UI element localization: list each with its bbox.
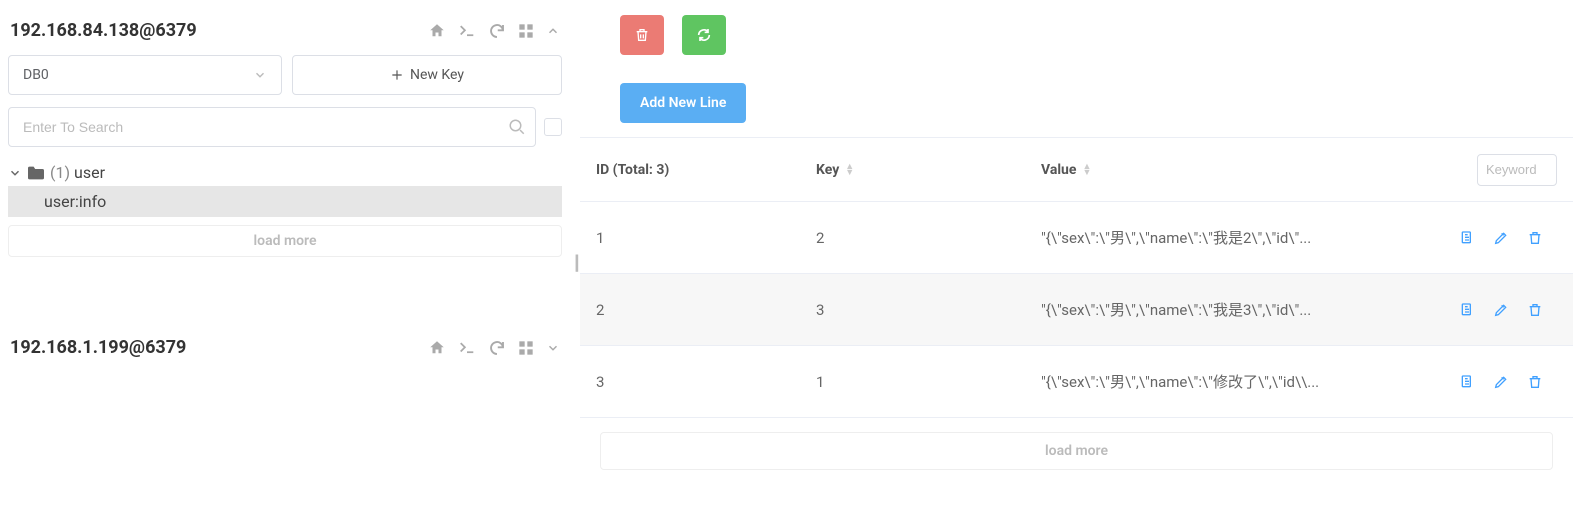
- cell-actions: [1428, 230, 1573, 246]
- th-key-label: Key: [816, 162, 839, 178]
- main-panel: Add New Line ID (Total: 3) Key ▲▼ Value …: [580, 0, 1573, 524]
- trash-icon: [634, 27, 650, 43]
- plus-icon: [390, 68, 404, 82]
- connection-header: 192.168.1.199@6379: [8, 327, 562, 372]
- keyword-input[interactable]: [1477, 154, 1557, 186]
- sort-icon: ▲▼: [1082, 164, 1091, 176]
- trash-icon[interactable]: [1527, 374, 1543, 390]
- collapse-icon[interactable]: [546, 24, 560, 38]
- db-row: DB0 New Key: [8, 55, 562, 95]
- table-header: ID (Total: 3) Key ▲▼ Value ▲▼: [580, 138, 1573, 202]
- add-new-line-button[interactable]: Add New Line: [620, 83, 746, 123]
- search-row: [8, 107, 562, 147]
- cell-key: 1: [800, 373, 1025, 391]
- table-row[interactable]: 23"{\"sex\":\"男\",\"name\":\"我是3\",\"id\…: [580, 274, 1573, 346]
- new-key-label: New Key: [410, 67, 464, 83]
- connection-title[interactable]: 192.168.84.138@6379: [10, 20, 197, 41]
- search-input-wrap: [8, 107, 536, 147]
- grid-icon[interactable]: [518, 340, 534, 356]
- top-buttons: [580, 15, 1573, 55]
- connection-title[interactable]: 192.168.1.199@6379: [10, 337, 186, 358]
- connection-block: 192.168.84.138@6379 DB0 New Key: [8, 10, 562, 257]
- connection-toolbar: [428, 339, 560, 357]
- trash-icon[interactable]: [1527, 230, 1543, 246]
- copy-icon[interactable]: [1459, 230, 1475, 246]
- load-more-button[interactable]: load more: [600, 432, 1553, 470]
- load-more-button[interactable]: load more: [8, 225, 562, 257]
- th-id[interactable]: ID (Total: 3): [580, 162, 800, 178]
- edit-icon[interactable]: [1493, 230, 1509, 246]
- refresh-icon[interactable]: [488, 22, 506, 40]
- folder-count: (1): [50, 163, 70, 182]
- table-row[interactable]: 31"{\"sex\":\"男\",\"name\":\"修改了\",\"id\…: [580, 346, 1573, 418]
- grid-icon[interactable]: [518, 23, 534, 39]
- refresh-icon[interactable]: [488, 339, 506, 357]
- expand-icon[interactable]: [546, 341, 560, 355]
- tree-key-item[interactable]: user:info: [8, 186, 562, 217]
- th-filter: [1463, 154, 1573, 186]
- sort-icon: ▲▼: [845, 164, 854, 176]
- cell-key: 3: [800, 301, 1025, 319]
- refresh-icon: [696, 27, 712, 43]
- copy-icon[interactable]: [1459, 302, 1475, 318]
- home-icon[interactable]: [428, 22, 446, 40]
- connection-toolbar: [428, 22, 560, 40]
- new-key-button[interactable]: New Key: [292, 55, 562, 95]
- connection-header: 192.168.84.138@6379: [8, 10, 562, 55]
- delete-button[interactable]: [620, 15, 664, 55]
- sidebar: 192.168.84.138@6379 DB0 New Key: [0, 0, 570, 524]
- cell-value: "{\"sex\":\"男\",\"name\":\"修改了\",\"id\\.…: [1025, 371, 1428, 392]
- key-tree: (1) user user:info load more: [8, 159, 562, 257]
- cell-id: 3: [580, 373, 800, 391]
- search-checkbox[interactable]: [544, 118, 562, 136]
- data-table: ID (Total: 3) Key ▲▼ Value ▲▼ 12"{\"sex\…: [580, 137, 1573, 470]
- th-value-label: Value: [1041, 162, 1076, 178]
- trash-icon[interactable]: [1527, 302, 1543, 318]
- folder-name: user: [74, 163, 105, 182]
- cell-value: "{\"sex\":\"男\",\"name\":\"我是3\",\"id\".…: [1025, 299, 1428, 320]
- home-icon[interactable]: [428, 339, 446, 357]
- cell-key: 2: [800, 229, 1025, 247]
- chevron-down-icon: [8, 166, 22, 180]
- chevron-down-icon: [253, 68, 267, 82]
- terminal-icon[interactable]: [458, 24, 476, 38]
- search-input[interactable]: [8, 107, 536, 147]
- table-body: 12"{\"sex\":\"男\",\"name\":\"我是2\",\"id\…: [580, 202, 1573, 418]
- edit-icon[interactable]: [1493, 374, 1509, 390]
- terminal-icon[interactable]: [458, 341, 476, 355]
- th-value[interactable]: Value ▲▼: [1025, 162, 1463, 178]
- db-select-label: DB0: [23, 67, 49, 83]
- cell-actions: [1428, 302, 1573, 318]
- cell-id: 1: [580, 229, 800, 247]
- connection-block: 192.168.1.199@6379: [8, 327, 562, 372]
- cell-value: "{\"sex\":\"男\",\"name\":\"我是2\",\"id\".…: [1025, 227, 1428, 248]
- copy-icon[interactable]: [1459, 374, 1475, 390]
- tree-folder[interactable]: (1) user: [8, 159, 562, 186]
- th-key[interactable]: Key ▲▼: [800, 162, 1025, 178]
- cell-actions: [1428, 374, 1573, 390]
- th-id-label: ID (Total: 3): [596, 162, 669, 178]
- db-select[interactable]: DB0: [8, 55, 282, 95]
- cell-id: 2: [580, 301, 800, 319]
- table-row[interactable]: 12"{\"sex\":\"男\",\"name\":\"我是2\",\"id\…: [580, 202, 1573, 274]
- pane-resizer[interactable]: ||: [570, 0, 580, 524]
- refresh-button[interactable]: [682, 15, 726, 55]
- search-icon[interactable]: [508, 118, 526, 136]
- folder-icon: [26, 165, 46, 181]
- edit-icon[interactable]: [1493, 302, 1509, 318]
